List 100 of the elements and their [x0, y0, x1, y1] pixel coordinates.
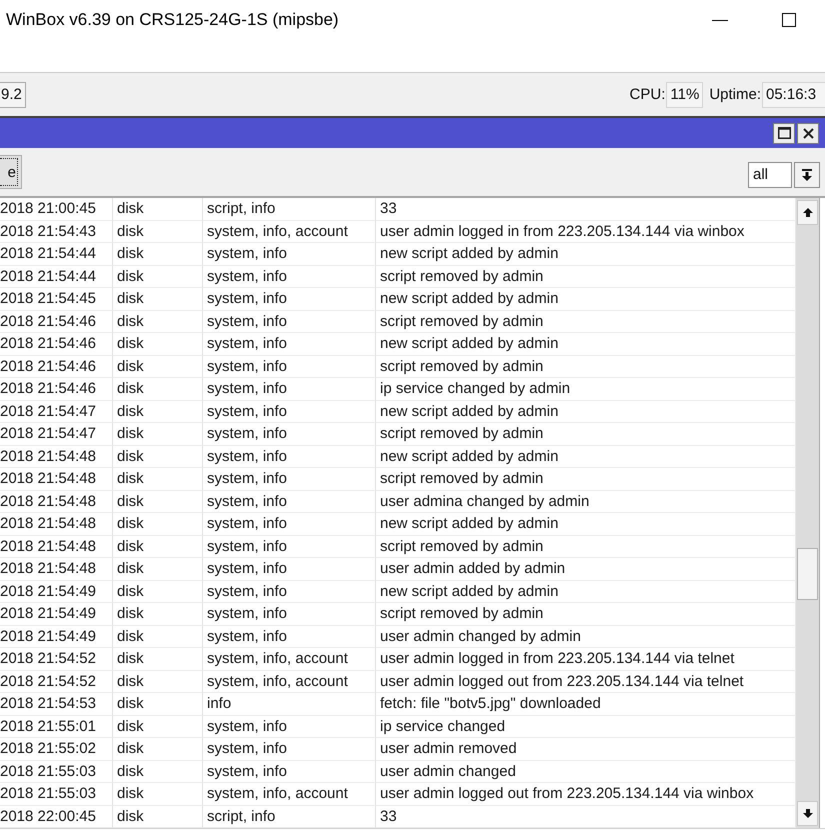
table-cell: 2018 22:00:45: [0, 806, 113, 828]
close-icon: [802, 128, 814, 138]
table-cell: user admin logged in from 223.205.134.144 via telnet: [376, 648, 795, 670]
table-cell: 2018 21:54:49: [0, 603, 113, 626]
toolbar-button[interactable]: e: [0, 155, 22, 189]
table-cell: 2018 21:54:49: [0, 626, 113, 648]
table-cell: disk: [113, 648, 203, 670]
table-cell: system, info: [203, 243, 376, 266]
table-cell: 2018 21:54:46: [0, 310, 113, 333]
table-cell: system, info: [203, 738, 376, 760]
down-arrow-icon: [802, 809, 812, 818]
scroll-down-button[interactable]: [797, 801, 818, 826]
table-cell: disk: [113, 738, 203, 760]
cpu-label: CPU:: [630, 86, 666, 103]
window-title: WinBox v6.39 on CRS125-24G-1S (mipsbe): [6, 10, 339, 30]
table-cell: 33: [376, 198, 795, 220]
table-cell: system, info, account: [203, 670, 376, 693]
table-cell: script removed by admin: [376, 356, 795, 378]
table-cell: disk: [113, 806, 203, 828]
table-cell: system, info: [203, 490, 376, 513]
table-cell: 2018 21:54:46: [0, 333, 113, 356]
scrollbar-thumb[interactable]: [797, 548, 818, 600]
table-cell: script, info: [203, 806, 376, 828]
table-cell: system, info: [203, 288, 376, 310]
table-cell: system, info: [203, 626, 376, 648]
table-cell: system, info: [203, 580, 376, 603]
table-cell: 2018 21:54:48: [0, 446, 113, 468]
table-cell: 2018 21:00:45: [0, 198, 113, 220]
table-cell: system, info: [203, 423, 376, 446]
table-cell: disk: [113, 693, 203, 716]
scroll-up-button[interactable]: [797, 200, 818, 225]
table-cell: system, info: [203, 378, 376, 400]
table-cell: disk: [113, 716, 203, 738]
table-cell: ip service changed by admin: [376, 378, 795, 400]
table-cell: script removed by admin: [376, 536, 795, 558]
maximize-icon: [782, 13, 796, 27]
table-cell: 2018 21:54:48: [0, 513, 113, 536]
table-cell: 2018 21:54:48: [0, 468, 113, 490]
table-cell: user admin changed: [376, 760, 795, 783]
table-cell: script, info: [203, 198, 376, 220]
uptime-field: 05:16:3: [762, 82, 825, 108]
table-cell: system, info, account: [203, 783, 376, 806]
table-cell: 2018 21:54:47: [0, 400, 113, 423]
bar-down-arrow-icon: [802, 169, 812, 181]
table-cell: system, info, account: [203, 648, 376, 670]
table-cell: system, info: [203, 333, 376, 356]
table-cell: script removed by admin: [376, 310, 795, 333]
table-cell: disk: [113, 603, 203, 626]
table-cell: 2018 21:54:48: [0, 558, 113, 580]
text-field[interactable]: 9.2: [0, 82, 26, 108]
table-cell: user admin logged in from 223.205.134.144 via winbox: [376, 220, 795, 243]
table-cell: 2018 21:54:45: [0, 288, 113, 310]
table-cell: disk: [113, 626, 203, 648]
table-cell: disk: [113, 423, 203, 446]
table-cell: disk: [113, 536, 203, 558]
table-cell: fetch: file "botv5.jpg" downloaded: [376, 693, 795, 716]
table-cell: system, info: [203, 468, 376, 490]
filter-dropdown[interactable]: all: [748, 162, 792, 188]
table-cell: user admina changed by admin: [376, 490, 795, 513]
table-cell: system, info: [203, 760, 376, 783]
table-cell: 2018 21:54:46: [0, 378, 113, 400]
scrollbar-track[interactable]: [795, 198, 820, 828]
uptime-label: Uptime:: [709, 86, 761, 103]
table-cell: script removed by admin: [376, 468, 795, 490]
table-cell: 2018 21:54:49: [0, 580, 113, 603]
table-cell: user admin removed: [376, 738, 795, 760]
table-cell: 33: [376, 806, 795, 828]
table-cell: 2018 21:54:46: [0, 356, 113, 378]
table-cell: 2018 21:54:48: [0, 490, 113, 513]
table-cell: disk: [113, 783, 203, 806]
table-cell: system, info: [203, 310, 376, 333]
table-cell: disk: [113, 580, 203, 603]
table-cell: 2018 21:54:44: [0, 243, 113, 266]
table-cell: user admin logged out from 223.205.134.144 via telnet: [376, 670, 795, 693]
table-cell: disk: [113, 513, 203, 536]
table-cell: 2018 21:55:01: [0, 716, 113, 738]
table-cell: new script added by admin: [376, 333, 795, 356]
table-cell: 2018 21:54:53: [0, 693, 113, 716]
table-cell: user admin changed by admin: [376, 626, 795, 648]
table-cell: disk: [113, 558, 203, 580]
close-button[interactable]: [797, 122, 819, 144]
table-cell: user admin logged out from 223.205.134.144 via winbox: [376, 783, 795, 806]
maximize-button[interactable]: [773, 122, 795, 144]
table-cell: system, info: [203, 716, 376, 738]
table-cell: script removed by admin: [376, 603, 795, 626]
table-cell: new script added by admin: [376, 446, 795, 468]
table-cell: new script added by admin: [376, 243, 795, 266]
table-cell: disk: [113, 356, 203, 378]
table-cell: system, info: [203, 603, 376, 626]
filter-button[interactable]: [794, 162, 820, 188]
table-cell: 2018 21:54:52: [0, 648, 113, 670]
table-cell: 2018 21:55:03: [0, 783, 113, 806]
table-cell: user admin added by admin: [376, 558, 795, 580]
table-cell: script removed by admin: [376, 266, 795, 288]
table-cell: disk: [113, 220, 203, 243]
table-cell: disk: [113, 400, 203, 423]
table-cell: system, info: [203, 446, 376, 468]
table-cell: disk: [113, 333, 203, 356]
table-cell: 2018 21:54:43: [0, 220, 113, 243]
table-cell: system, info: [203, 536, 376, 558]
